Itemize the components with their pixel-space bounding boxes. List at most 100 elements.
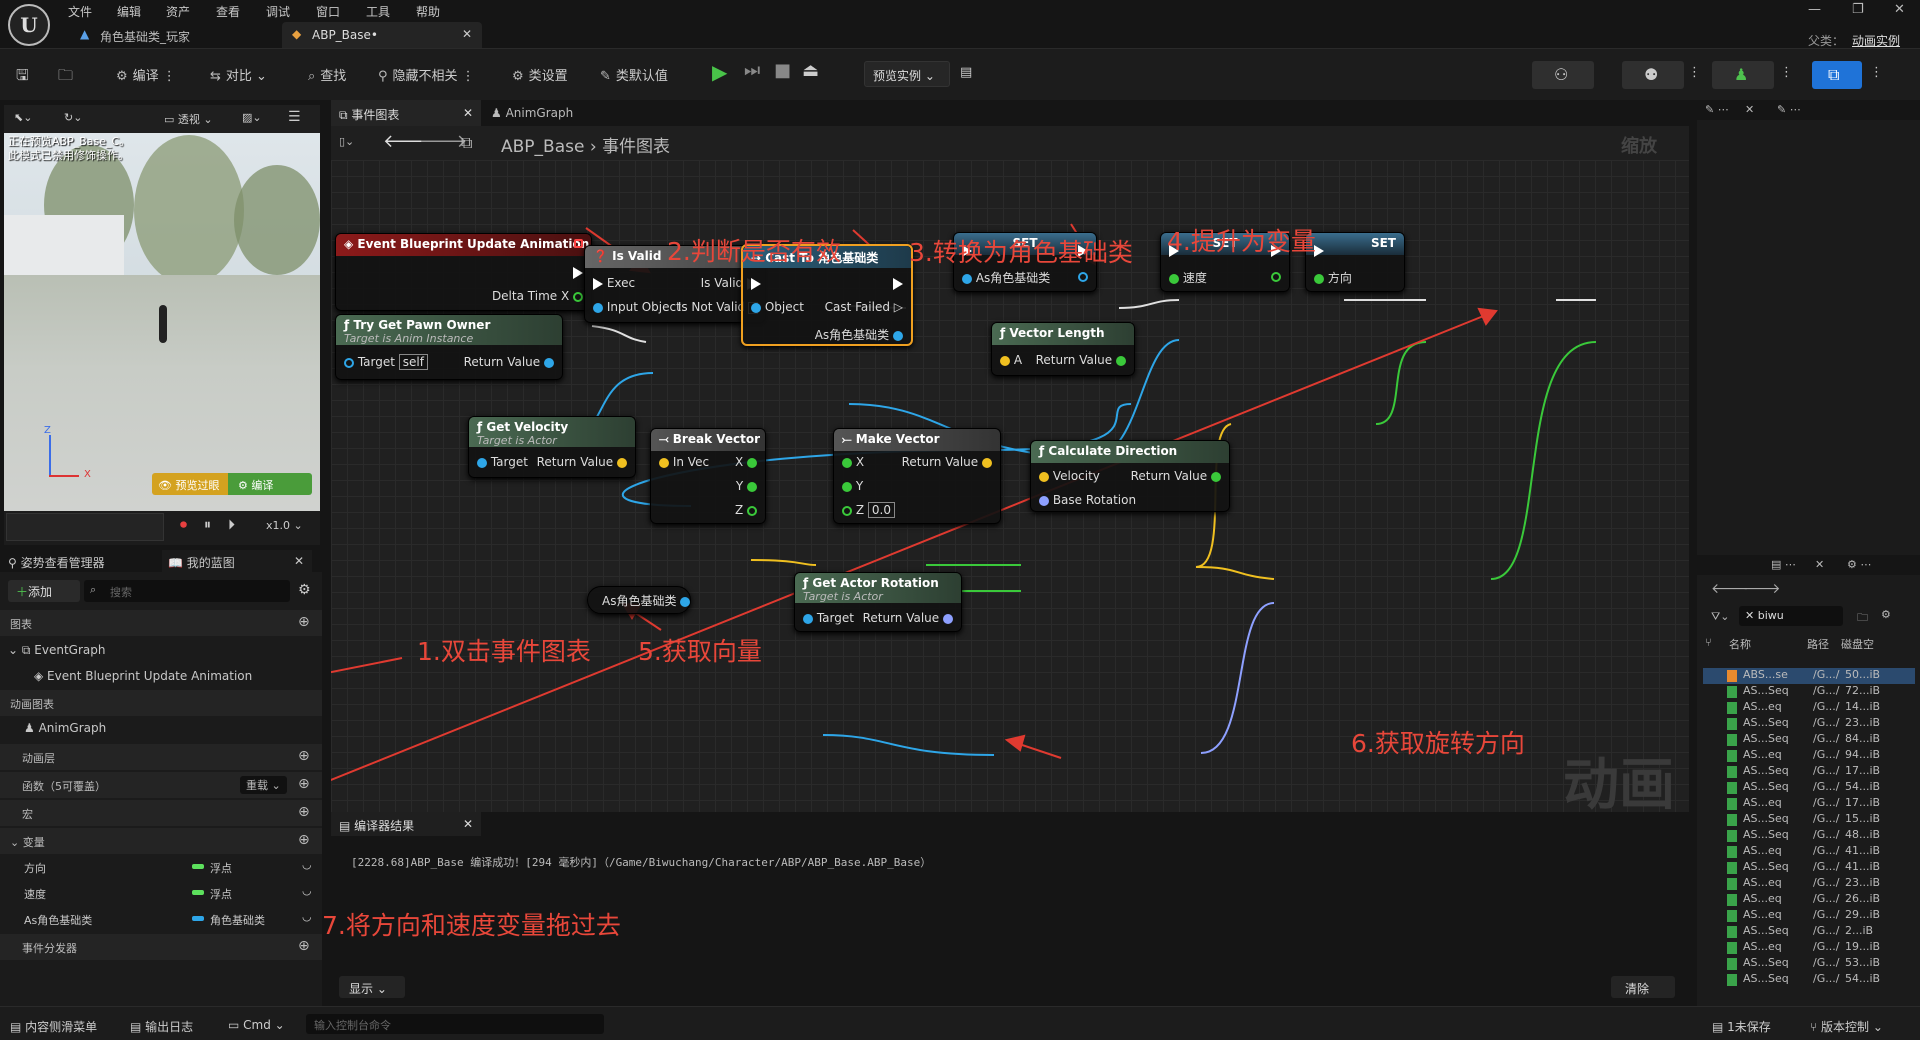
more-icon[interactable]: ⋮ — [1688, 65, 1701, 80]
view-mode-dropdown[interactable]: ▭ 透视 ⌄ — [164, 111, 213, 127]
tab-compiler-results[interactable]: ▤ 编译器结果 ✕ — [331, 812, 481, 836]
blueprint-mode-button[interactable]: ⧉ — [1812, 61, 1862, 89]
list-item[interactable]: AS...eq/G.../ 17...iB — [1703, 796, 1915, 812]
list-item[interactable]: AS...Seq/G.../ 54...iB — [1703, 972, 1915, 988]
unsaved-button[interactable]: ▤ 1未保存 — [1712, 1018, 1771, 1035]
pin-y[interactable]: Y — [736, 479, 757, 493]
minimize-icon[interactable]: — — [1808, 2, 1821, 17]
section-macros[interactable]: 宏 ⊕ — [0, 800, 322, 826]
restore-icon[interactable]: ❐ — [1852, 2, 1864, 17]
pin-target[interactable]: Target self — [344, 354, 428, 370]
skeleton-mode-button[interactable]: ⚇ — [1532, 61, 1594, 89]
pin-velocity[interactable]: Velocity — [1039, 469, 1100, 483]
graph-canvas[interactable]: ◈ Event Blueprint Update Animation Delta… — [331, 160, 1689, 812]
add-graph-icon[interactable]: ⊕ — [298, 614, 310, 630]
play-icon[interactable]: ▶ — [712, 60, 738, 86]
pin-as-character[interactable]: As角色基础类 — [962, 269, 1050, 286]
list-item[interactable]: AS...Seq/G.../ 84...iB — [1703, 732, 1915, 748]
col-disk[interactable]: 磁盘空 — [1841, 636, 1874, 652]
list-item[interactable]: AS...eq/G.../ 26...iB — [1703, 892, 1915, 908]
pin-in-vec[interactable]: In Vec — [659, 455, 709, 469]
debug-filter-icon[interactable]: ▤ — [960, 65, 972, 80]
variable-as-character[interactable]: As角色基础类 角色基础类 ◡ — [0, 906, 322, 932]
step-forward-icon[interactable]: ⏵ — [228, 517, 235, 533]
pin-x[interactable]: X — [842, 455, 864, 469]
viewport-compile-button[interactable]: ⚙ 编译 — [228, 473, 312, 495]
tab-character-player[interactable]: ▲ 角色基础类_玩家 — [70, 22, 280, 48]
unreal-logo-icon[interactable]: U — [8, 4, 50, 46]
node-calculate-direction[interactable]: ƒ Calculate Direction Velocity Return Va… — [1030, 440, 1230, 512]
close-tab-icon[interactable]: ✕ — [462, 27, 472, 41]
viewport-menu-icon[interactable]: ☰ — [288, 109, 301, 125]
filter-icon[interactable]: ⛛⌄ — [1711, 610, 1729, 624]
list-item[interactable]: AS...eq/G.../ 14...iB — [1703, 700, 1915, 716]
add-dispatcher-icon[interactable]: ⊕ — [298, 938, 310, 954]
step-icon[interactable]: ⏭ — [744, 60, 770, 86]
tree-item-event-update[interactable]: ◈ Event Blueprint Update Animation — [0, 664, 322, 690]
pin-x[interactable]: X — [735, 455, 757, 469]
section-graphs[interactable]: 图表 ⊕ — [0, 610, 322, 636]
pin-return[interactable]: Return Value — [464, 355, 554, 369]
palette-tab-icon[interactable]: ✎ ⋯ — [1777, 103, 1801, 116]
pin-speed[interactable]: 速度 — [1169, 269, 1207, 286]
list-item[interactable]: AS...Seq/G.../ 23...iB — [1703, 716, 1915, 732]
node-event-update[interactable]: ◈ Event Blueprint Update Animation Delta… — [335, 233, 592, 311]
pin-cast-failed[interactable]: Cast Failed ▷ — [825, 300, 903, 314]
find-button[interactable]: ⌕ 查找 — [308, 65, 346, 84]
tab-pose-watch[interactable]: ⚲ 姿势查看管理器 — [8, 554, 105, 571]
diff-button[interactable]: ⇆ 对比 ⌄ — [210, 65, 267, 84]
menu-help[interactable]: 帮助 — [416, 3, 440, 20]
settings-gear-icon[interactable]: ⚙ — [1881, 608, 1891, 621]
node-break-vector[interactable]: ⤙ Break Vector In Vec X Y Z — [650, 428, 766, 524]
mesh-mode-button[interactable]: ⚉ — [1622, 61, 1684, 89]
close-tab-icon[interactable]: ✕ — [463, 106, 473, 120]
pin-exec-in[interactable] — [751, 276, 761, 290]
browse-icon[interactable]: 🗀 — [58, 65, 73, 90]
pin-return[interactable]: Return Value — [537, 455, 627, 469]
pin-exec-out[interactable] — [893, 276, 903, 290]
pause-icon[interactable]: ⏸ — [204, 517, 211, 533]
pin-input-object[interactable]: Input Object — [593, 300, 681, 314]
list-item[interactable]: AS...eq/G.../ 94...iB — [1703, 748, 1915, 764]
pin-out[interactable] — [1271, 269, 1281, 283]
node-get-velocity[interactable]: ƒ Get Velocity Target is Actor Target Ret… — [468, 416, 636, 478]
list-item[interactable]: AS...eq/G.../ 29...iB — [1703, 908, 1915, 924]
pin-out[interactable] — [1078, 269, 1088, 283]
source-control-button[interactable]: ⑂ 版本控制 ⌄ — [1810, 1018, 1883, 1035]
close-tab-icon[interactable]: ✕ — [463, 817, 473, 831]
pin-a[interactable]: A — [1000, 353, 1022, 367]
eye-closed-icon[interactable]: ◡ — [302, 884, 312, 897]
list-item[interactable]: AS...Seq/G.../ 41...iB — [1703, 860, 1915, 876]
menu-asset[interactable]: 资产 — [166, 3, 190, 20]
show-dropdown[interactable]: 显示 ⌄ — [339, 976, 405, 998]
breakpoint-icon[interactable] — [574, 239, 583, 248]
asset-tab-icon[interactable]: ⚙ ⋯ — [1847, 558, 1871, 571]
pin-base-rotation[interactable]: Base Rotation — [1039, 493, 1136, 507]
playback-speed[interactable]: x1.0 ⌄ — [266, 519, 303, 532]
animation-mode-button[interactable]: ♟ — [1712, 61, 1774, 89]
hide-unrelated-button[interactable]: ⚲ 隐藏不相关 ⋮ — [378, 65, 475, 84]
list-item[interactable]: AS...Seq/G.../ 17...iB — [1703, 764, 1915, 780]
details-tab-icon[interactable]: ✎ ⋯ — [1705, 103, 1729, 116]
menu-view[interactable]: 查看 — [216, 3, 240, 20]
save-icon[interactable]: 🖫 — [16, 65, 29, 90]
list-item[interactable]: AS...eq/G.../ 41...iB — [1703, 844, 1915, 860]
stop-icon[interactable]: ■ — [774, 60, 800, 86]
breadcrumb-blueprint[interactable]: ABP_Base — [501, 137, 584, 157]
list-item[interactable]: AS...Seq/G.../ 72...iB — [1703, 684, 1915, 700]
pin-target[interactable]: Target — [477, 455, 528, 469]
node-make-vector[interactable]: ⤚ Make Vector X Return Value Y Z 0.0 — [833, 428, 1001, 524]
more-icon[interactable]: ⋮ — [1870, 65, 1883, 80]
pin-delta-time[interactable]: Delta Time X — [492, 289, 583, 303]
list-item[interactable]: AS...Seq/G.../ 53...iB — [1703, 956, 1915, 972]
add-layer-icon[interactable]: ⊕ — [298, 748, 310, 764]
pin-z[interactable]: Z 0.0 — [842, 502, 895, 518]
menu-file[interactable]: 文件 — [68, 3, 92, 20]
menu-edit[interactable]: 编辑 — [117, 3, 141, 20]
pin-z[interactable]: Z — [735, 503, 757, 517]
pin-y[interactable]: Y — [842, 479, 863, 493]
add-button[interactable]: ＋添加 — [8, 580, 80, 602]
preview-viewport[interactable]: 正在预览ABP_Base_C。 此模式已禁用修饰操作。 Z X 👁 预览过眼 ⚙… — [4, 105, 320, 511]
breadcrumb-graph[interactable]: 事件图表 — [602, 137, 670, 157]
node-set-direction[interactable]: SET 方向 — [1305, 232, 1405, 292]
